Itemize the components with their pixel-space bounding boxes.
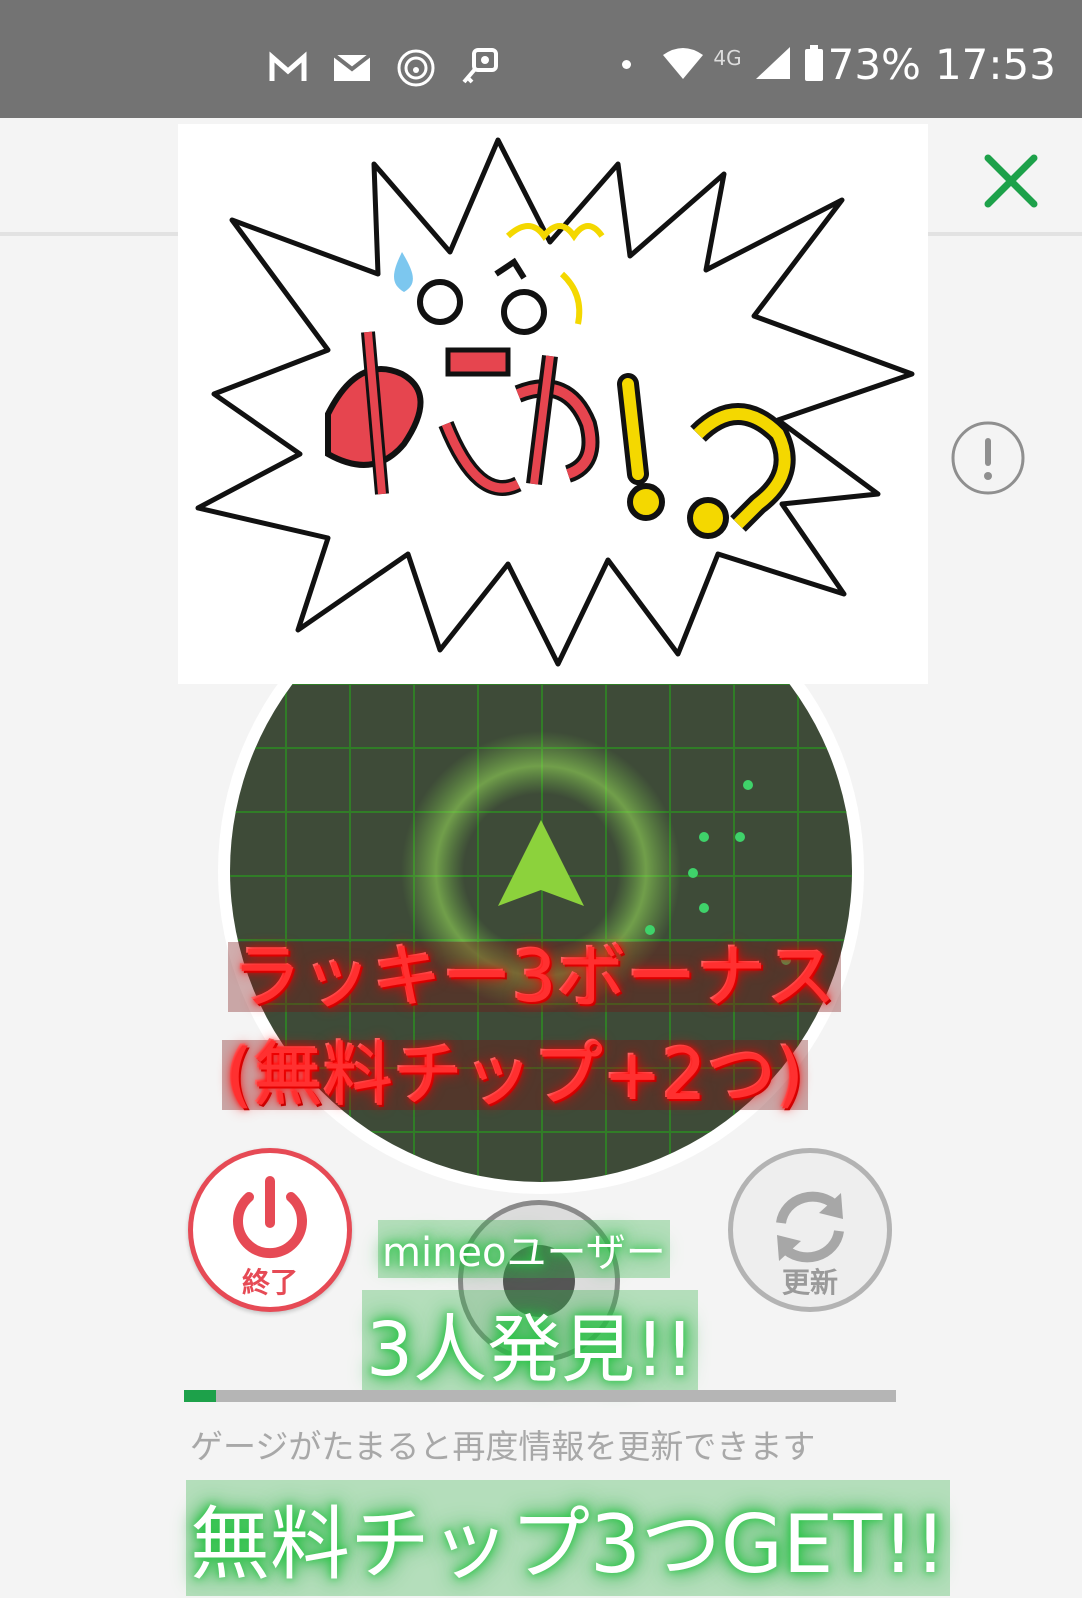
surprised-face-burst-sticker: [195, 137, 915, 667]
close-button[interactable]: [980, 150, 1042, 212]
free-tips-banner: 無料チップ3つGET!!: [186, 1480, 951, 1596]
gauge-caption: ゲージがたまると再度情報を更新できます: [190, 1427, 816, 1466]
network-type: 4G: [713, 45, 742, 70]
hotspot-icon: [396, 48, 436, 88]
refresh-button-label: 更新: [781, 1266, 838, 1299]
notification-dot-icon: [622, 60, 632, 69]
info-button[interactable]: [950, 420, 1026, 496]
status-bar: 4G 73% 17:53: [0, 0, 1082, 118]
lucky-bonus-title: ラッキー3ボーナス: [228, 942, 841, 1012]
close-icon: [984, 154, 1038, 208]
clock: 17:53: [934, 40, 1056, 89]
cell-signal-icon: [755, 46, 790, 83]
mineo-users-label: mineoユーザー: [378, 1220, 670, 1278]
mail-icon: [332, 53, 372, 83]
refresh-gauge-fill: [184, 1390, 217, 1402]
key-icon: [460, 48, 500, 88]
battery-percent: 73%: [827, 40, 921, 89]
sticker-image: [178, 124, 928, 684]
refresh-button[interactable]: 更新: [728, 1148, 892, 1312]
info-icon: [951, 421, 1025, 495]
refresh-gauge: [184, 1390, 896, 1402]
gmail-icon: [268, 51, 308, 85]
wifi-icon: [663, 47, 704, 83]
end-button-label: 終了: [241, 1266, 298, 1299]
end-button[interactable]: 終了: [188, 1148, 352, 1312]
battery-icon: [804, 44, 824, 85]
users-found-count: 3人発見!!: [362, 1290, 699, 1397]
status-right: 4G 73% 17:53: [622, 40, 1056, 89]
lucky-bonus-detail: (無料チップ+2つ): [222, 1040, 808, 1110]
notification-icons: [268, 48, 500, 88]
